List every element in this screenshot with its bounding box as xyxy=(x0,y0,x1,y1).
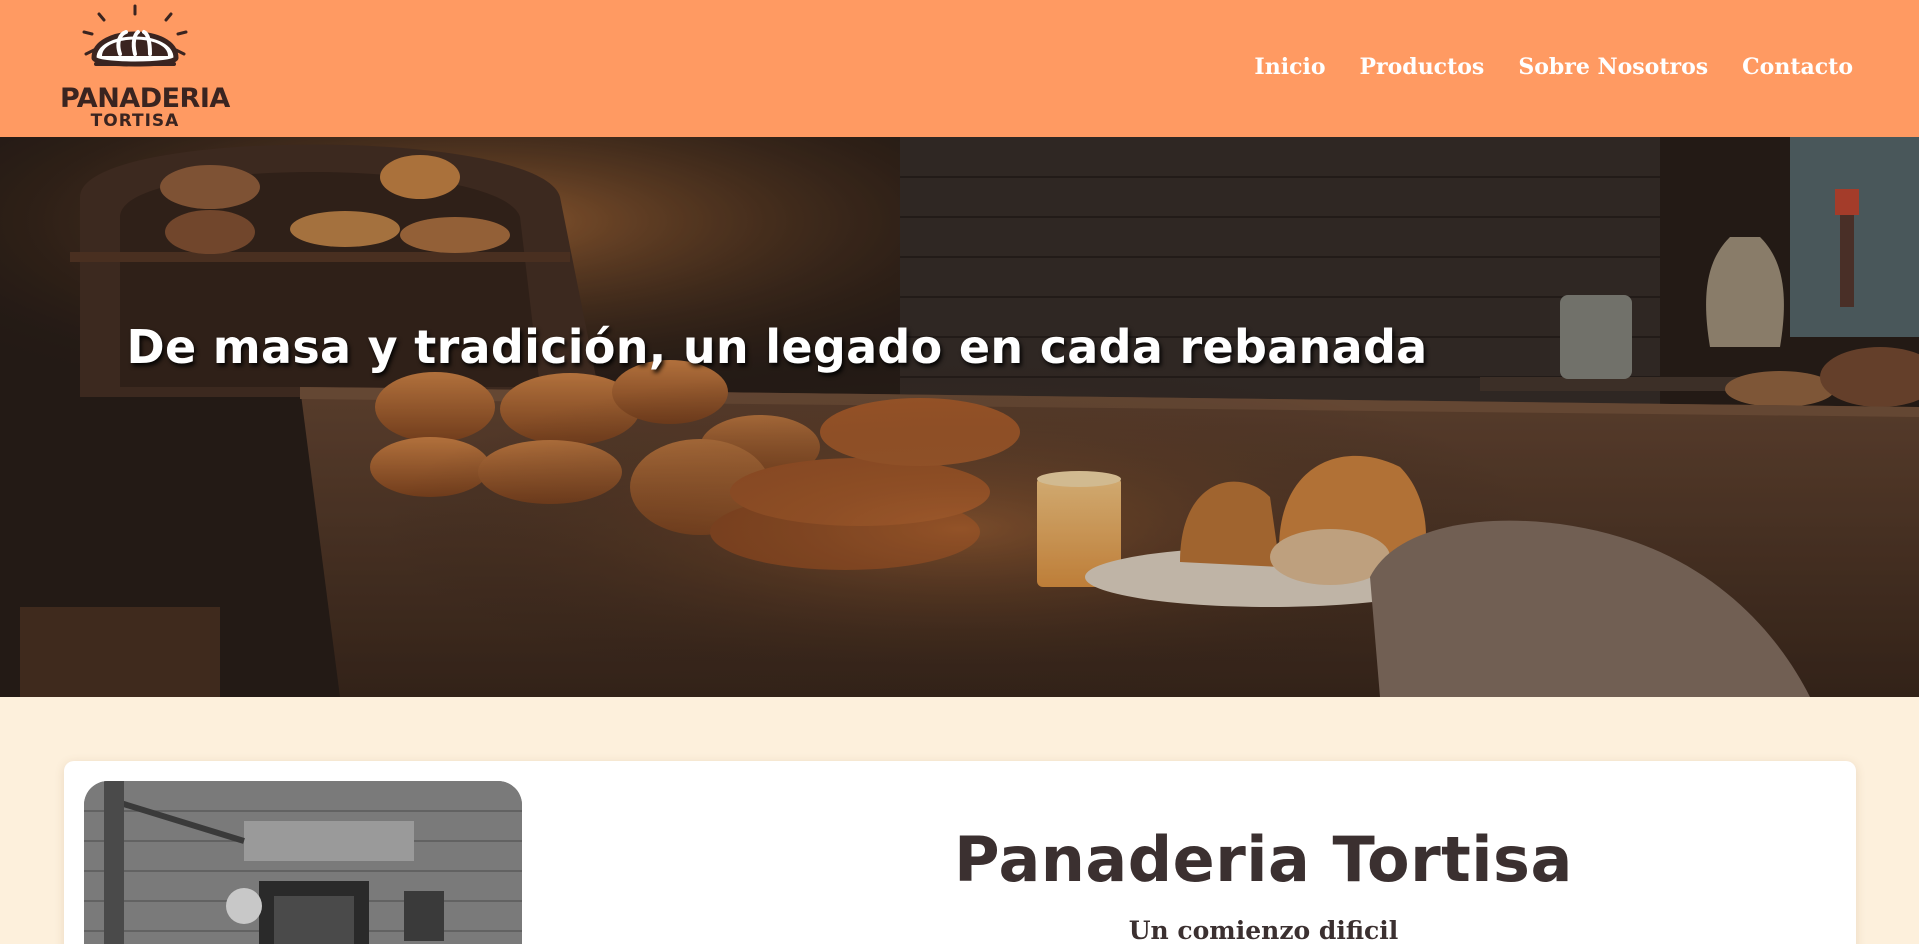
hero-bakery-image xyxy=(0,137,1919,697)
logo-subtitle: TORTISA xyxy=(90,111,180,131)
hero-title: De masa y tradición, un legado en cada r… xyxy=(126,320,1428,374)
about-title: Panaderia Tortisa xyxy=(954,823,1573,896)
site-header: PANADERIA TORTISA Inicio Productos Sobre… xyxy=(0,0,1919,137)
page: PANADERIA TORTISA Inicio Productos Sobre… xyxy=(0,0,1919,944)
hero-banner: De masa y tradición, un legado en cada r… xyxy=(0,137,1919,697)
about-subtitle: Un comienzo dificil xyxy=(1128,916,1399,944)
nav-link-inicio[interactable]: Inicio xyxy=(1254,52,1325,82)
about-card: Panaderia Tortisa Un comienzo dificil xyxy=(64,761,1856,944)
vintage-baker-image xyxy=(84,781,522,944)
logo[interactable]: PANADERIA TORTISA xyxy=(60,4,230,132)
nav-link-contacto[interactable]: Contacto xyxy=(1742,52,1853,82)
logo-title: PANADERIA xyxy=(60,83,230,114)
nav-link-productos[interactable]: Productos xyxy=(1360,52,1485,82)
nav-link-sobre-nosotros[interactable]: Sobre Nosotros xyxy=(1518,52,1708,82)
history-photo xyxy=(84,781,522,944)
bread-logo-icon xyxy=(82,4,188,67)
main-nav: Inicio Productos Sobre Nosotros Contacto xyxy=(1254,52,1853,82)
